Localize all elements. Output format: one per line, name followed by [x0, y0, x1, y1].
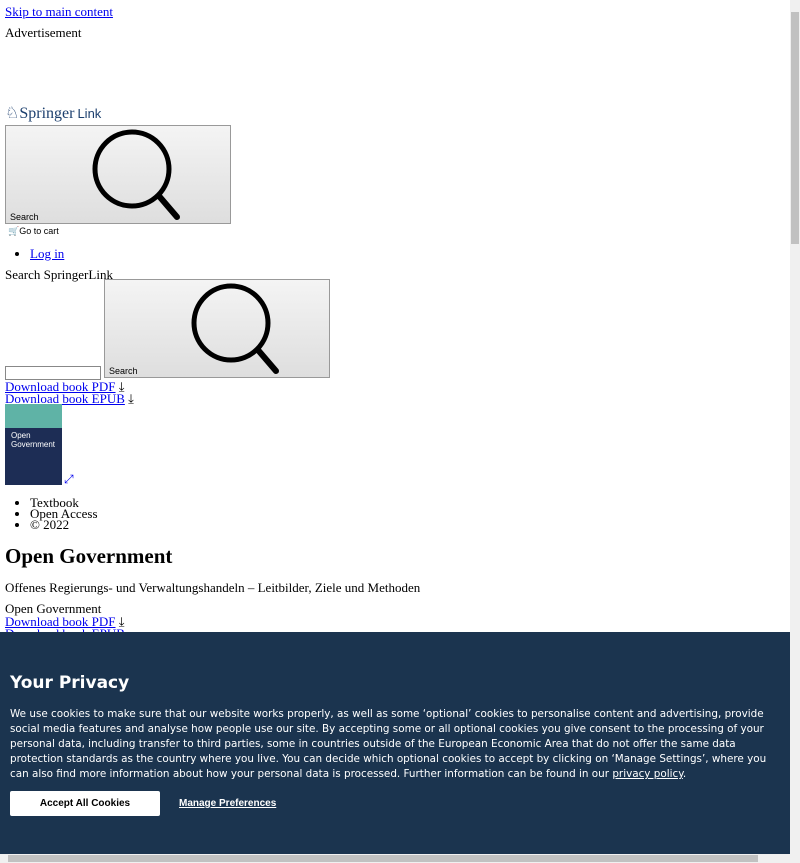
page-title: Open Government: [5, 544, 173, 568]
springerlink-logo[interactable]: ♘Springer Link: [5, 103, 101, 123]
cart-icon: 🛒: [8, 226, 20, 236]
book-subtitle: Offenes Regierungs- und Verwaltungshande…: [5, 580, 421, 595]
book-meta-list: Textbook Open Access © 2022: [5, 496, 98, 531]
login-item: Log in: [30, 246, 64, 262]
accept-all-cookies-button[interactable]: Accept All Cookies: [10, 791, 160, 816]
cookie-banner: Your Privacy We use cookies to make sure…: [0, 632, 791, 854]
search-icon: [92, 129, 180, 220]
horizontal-scrollbar[interactable]: [0, 854, 800, 863]
scrollbar-thumb[interactable]: [791, 12, 799, 244]
cart-link[interactable]: 🛒Go to cart: [8, 226, 59, 237]
search-label: Search SpringerLink: [5, 267, 113, 282]
expand-icon[interactable]: ⤢: [64, 472, 74, 487]
scrollbar-thumb[interactable]: [8, 855, 758, 862]
horse-icon: ♘: [5, 105, 20, 122]
privacy-policy-link[interactable]: privacy policy: [612, 768, 683, 780]
login-link[interactable]: Log in: [30, 246, 64, 261]
book-cover-image[interactable]: Open Government: [5, 404, 62, 485]
search-submit-button[interactable]: Search: [104, 279, 330, 378]
skip-link[interactable]: Skip to main content: [5, 4, 113, 20]
vertical-scrollbar[interactable]: [790, 0, 800, 854]
cookie-text: We use cookies to make sure that our web…: [10, 708, 767, 780]
cookie-title: Your Privacy: [10, 673, 130, 693]
search-input[interactable]: [5, 366, 101, 380]
search-icon: [191, 283, 279, 374]
download-icon: ⤓: [128, 391, 134, 406]
manage-preferences-link[interactable]: Manage Preferences: [179, 798, 276, 809]
header-search-button[interactable]: Search: [5, 125, 231, 224]
advertisement-label: Advertisement: [5, 25, 82, 40]
